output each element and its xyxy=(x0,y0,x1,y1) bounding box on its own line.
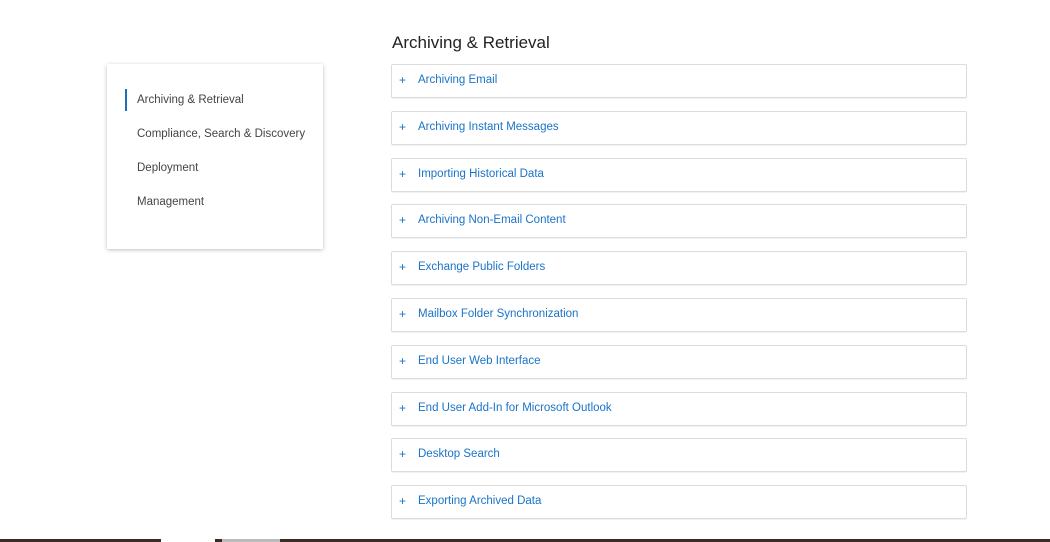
plus-icon: + xyxy=(399,447,407,461)
accordion-item-label: End User Add-In for Microsoft Outlook xyxy=(418,402,612,414)
plus-icon: + xyxy=(399,494,407,508)
accordion-item-label: Archiving Instant Messages xyxy=(418,121,559,133)
accordion-item-label: Exchange Public Folders xyxy=(418,261,546,273)
accordion-item-label: Mailbox Folder Synchronization xyxy=(418,308,579,320)
plus-icon: + xyxy=(399,120,407,134)
accordion-item[interactable]: + Importing Historical Data xyxy=(391,158,967,192)
page-title: Archiving & Retrieval xyxy=(392,33,550,52)
accordion-item[interactable]: + End User Web Interface xyxy=(391,345,967,379)
accordion-item-label: Exporting Archived Data xyxy=(418,495,542,507)
sidebar-item-management[interactable]: Management xyxy=(137,196,204,208)
sidebar-item-compliance[interactable]: Compliance, Search & Discovery xyxy=(137,128,305,140)
plus-icon: + xyxy=(399,73,407,87)
accordion-item-label: Desktop Search xyxy=(418,448,500,460)
sidebar-item-deployment[interactable]: Deployment xyxy=(137,162,198,174)
accordion-item-label: Archiving Non-Email Content xyxy=(418,214,566,226)
accordion-item-label: End User Web Interface xyxy=(418,355,541,367)
accordion-item[interactable]: + Archiving Instant Messages xyxy=(391,111,967,145)
plus-icon: + xyxy=(399,213,407,227)
accordion-item[interactable]: + Exporting Archived Data xyxy=(391,485,967,519)
accordion-item[interactable]: + End User Add-In for Microsoft Outlook xyxy=(391,392,967,426)
accordion-item[interactable]: + Archiving Email xyxy=(391,64,967,98)
plus-icon: + xyxy=(399,307,407,321)
sidebar-item-archiving-retrieval[interactable]: Archiving & Retrieval xyxy=(125,89,244,111)
plus-icon: + xyxy=(399,167,407,181)
plus-icon: + xyxy=(399,260,407,274)
sidebar-nav: Archiving & Retrieval Compliance, Search… xyxy=(107,64,323,249)
accordion-item[interactable]: + Desktop Search xyxy=(391,438,967,472)
accordion-item[interactable]: + Mailbox Folder Synchronization xyxy=(391,298,967,332)
accordion-item[interactable]: + Exchange Public Folders xyxy=(391,251,967,285)
accordion-item[interactable]: + Archiving Non-Email Content xyxy=(391,204,967,238)
accordion-item-label: Archiving Email xyxy=(418,74,498,86)
plus-icon: + xyxy=(399,401,407,415)
plus-icon: + xyxy=(399,354,407,368)
accordion-item-label: Importing Historical Data xyxy=(418,168,544,180)
